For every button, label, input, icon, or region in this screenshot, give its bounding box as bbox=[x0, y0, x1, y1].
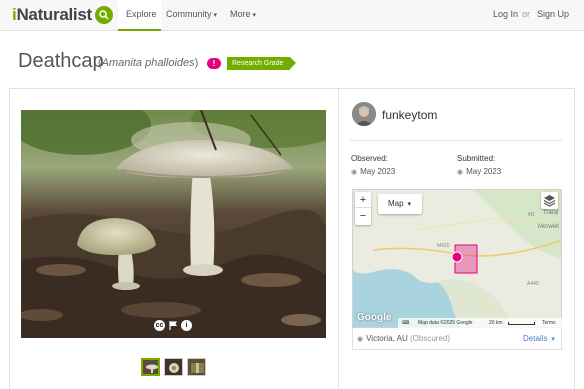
eye-icon: ◉ bbox=[357, 336, 364, 343]
cc-icon[interactable]: cc bbox=[154, 320, 165, 331]
chevron-down-icon: ▾ bbox=[405, 201, 412, 208]
observed-date: ◉ May 2023 bbox=[351, 167, 396, 176]
zoom-in-button[interactable]: + bbox=[355, 192, 371, 208]
divider bbox=[350, 140, 562, 141]
top-nav: iNaturalist Explore Community ▾ More ▾ Log… bbox=[0, 0, 584, 31]
eye-icon: ◉ bbox=[351, 169, 358, 176]
scale-bar bbox=[508, 322, 535, 325]
map-label-m1: M1 bbox=[528, 212, 535, 218]
map-label-a440: A440 bbox=[527, 281, 539, 287]
nav-explore[interactable]: Explore bbox=[118, 0, 161, 31]
scale-label: 20 km bbox=[489, 320, 503, 326]
keyboard-icon[interactable]: ⌨ bbox=[402, 318, 409, 328]
login-link[interactable]: Log In bbox=[493, 9, 518, 19]
signup-link[interactable]: Sign Up bbox=[537, 9, 569, 19]
panel-divider bbox=[338, 88, 339, 389]
chevron-down-icon: ▾ bbox=[252, 12, 257, 19]
photo-thumbnail[interactable] bbox=[164, 358, 183, 376]
google-logo: Google bbox=[357, 312, 392, 323]
map-zoom-control: + − bbox=[355, 192, 371, 225]
observation-photo[interactable] bbox=[21, 110, 326, 338]
chevron-down-icon: ▾ bbox=[213, 12, 218, 19]
mushroom-photo-image bbox=[21, 110, 326, 338]
flag-badge[interactable]: ! bbox=[207, 58, 221, 69]
map-label-morwell: Morwell bbox=[538, 224, 559, 230]
map-data-text[interactable]: Map data ©2025 Google bbox=[418, 318, 473, 328]
info-icon[interactable]: i bbox=[181, 320, 192, 331]
username-link[interactable]: funkeytom bbox=[382, 108, 437, 122]
zoom-out-button[interactable]: − bbox=[355, 208, 371, 224]
or-text: or bbox=[522, 9, 531, 19]
scientific-name[interactable]: (Amanita phalloides) bbox=[98, 57, 198, 69]
nav-community[interactable]: Community ▾ bbox=[166, 9, 217, 19]
chevron-down-icon: ▾ bbox=[549, 336, 555, 343]
terms-link[interactable]: Terms bbox=[542, 318, 556, 328]
submitted-date: ◉ May 2023 bbox=[457, 167, 502, 176]
details-toggle[interactable]: Details ▾ bbox=[523, 334, 555, 343]
photo-thumbnail[interactable] bbox=[141, 358, 160, 376]
common-name[interactable]: Deathcap bbox=[18, 50, 104, 73]
search-icon bbox=[99, 10, 109, 20]
flag-icon[interactable] bbox=[168, 320, 179, 331]
map-attribution: ⌨ Map data ©2025 Google 20 km Terms bbox=[398, 318, 562, 328]
layers-icon bbox=[543, 195, 556, 207]
map-label-m420: M420 bbox=[437, 243, 450, 249]
submitted-label: Submitted: bbox=[457, 154, 496, 163]
quality-grade-badge: Research Grade bbox=[227, 57, 296, 70]
avatar[interactable] bbox=[352, 102, 376, 126]
eye-icon: ◉ bbox=[457, 169, 464, 176]
map-type-select[interactable]: Map ▾ bbox=[378, 194, 422, 214]
inaturalist-logo[interactable]: iNaturalist bbox=[12, 5, 92, 25]
nav-more[interactable]: More ▾ bbox=[230, 9, 256, 19]
photo-thumbnail[interactable] bbox=[187, 358, 206, 376]
map-label-traral: Traral bbox=[543, 210, 559, 216]
location-text: ◉ Victoria, AU (Obscured) bbox=[357, 334, 451, 343]
layers-button[interactable] bbox=[541, 192, 558, 209]
search-button[interactable] bbox=[95, 6, 113, 24]
observed-label: Observed: bbox=[351, 154, 388, 163]
